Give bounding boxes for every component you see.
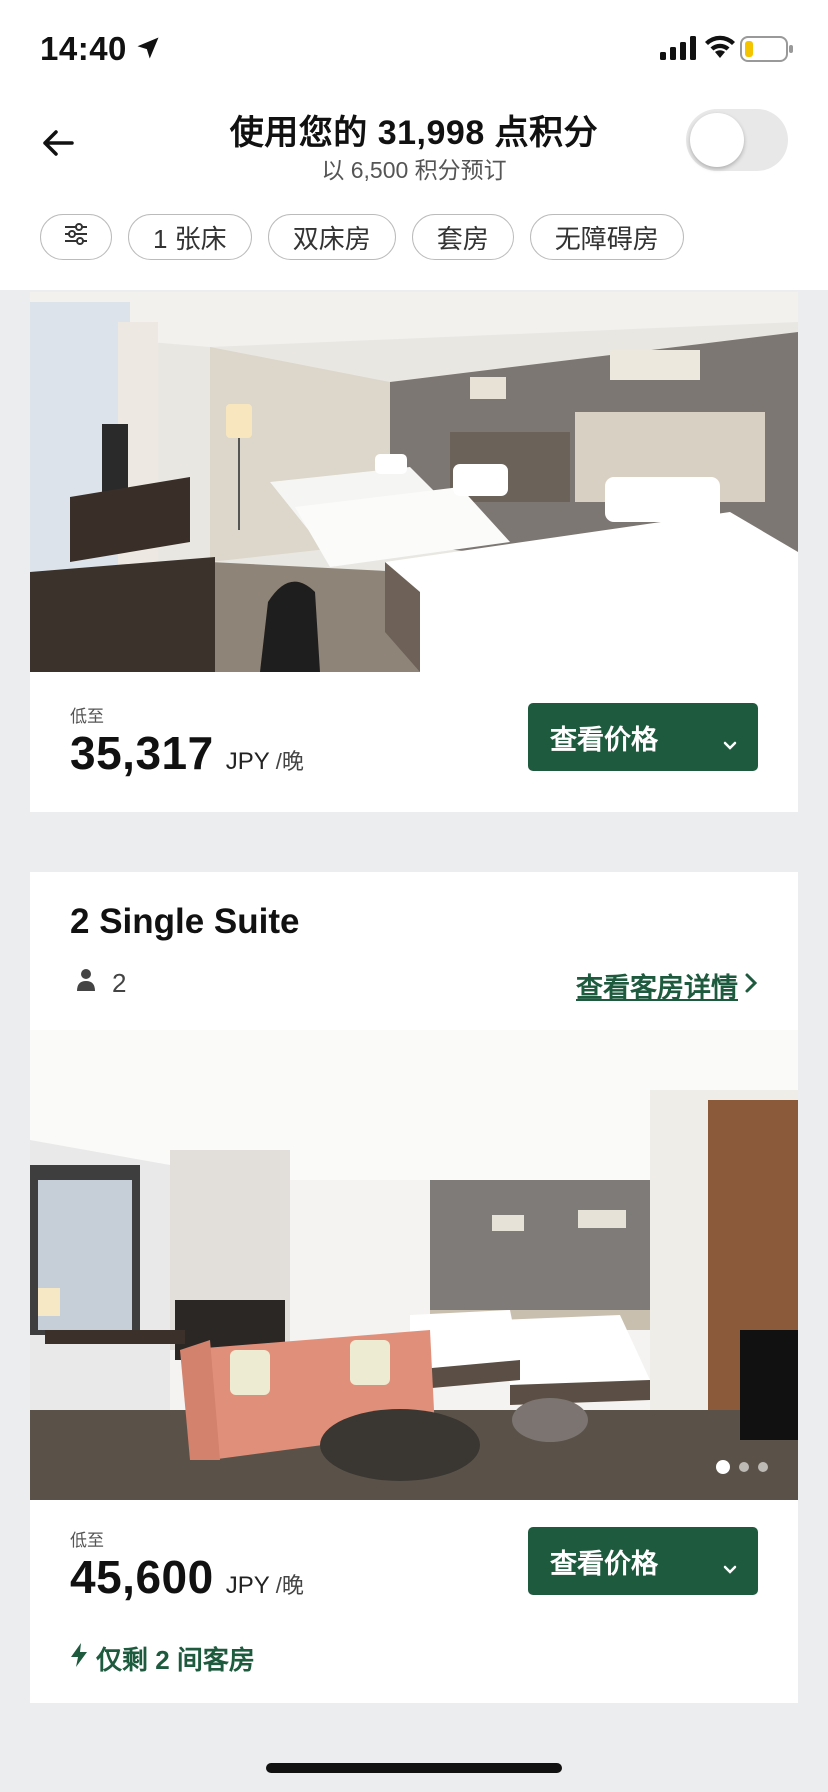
room-price: 45,600 JPY /晚 [70, 1550, 304, 1604]
person-icon [76, 968, 96, 999]
room-card: 2 Single Suite 2 查看客房详情 低至 45,600 JPY /晚… [30, 872, 798, 1703]
room-photo[interactable] [30, 1030, 798, 1500]
toggle-knob [690, 113, 744, 167]
view-rates-button[interactable]: 查看价格 [528, 1527, 758, 1595]
pagination-dot [716, 1460, 730, 1474]
filter-chip-suite[interactable]: 套房 [411, 214, 514, 260]
availability-notice: 仅剩 2 间客房 [70, 1640, 255, 1677]
filter-chip-one-bed[interactable]: 1 张床 [128, 214, 252, 260]
view-rates-button[interactable]: 查看价格 [528, 703, 758, 771]
price-per-night: /晚 [275, 1573, 304, 1598]
use-points-toggle[interactable] [686, 109, 788, 171]
battery-icon [740, 36, 794, 67]
sliders-icon [63, 222, 89, 253]
price-from-label: 低至 [70, 1531, 104, 1550]
pagination-dot [739, 634, 749, 644]
lightning-icon [70, 1642, 88, 1675]
price-from-label: 低至 [70, 707, 104, 726]
guest-count: 2 [112, 968, 127, 998]
header: 使用您的 31,998 点积分 以 6,500 积分预订 1 张床 双床房 套房… [0, 95, 828, 290]
room-details-label: 查看客房详情 [576, 973, 738, 1003]
pagination-dot [758, 1462, 768, 1472]
filter-settings-button[interactable] [40, 214, 112, 260]
room-photo[interactable] [30, 292, 798, 672]
status-bar: 14:40 [0, 0, 828, 100]
price-amount: 45,600 [70, 1551, 214, 1603]
pagination-dot [716, 632, 730, 646]
photo-pagination [716, 632, 768, 646]
pagination-dot [758, 634, 768, 644]
view-rates-label: 查看价格 [550, 1548, 658, 1579]
pagination-dot [739, 1462, 749, 1472]
chevron-down-icon [722, 1552, 738, 1583]
room-price: 35,317 JPY /晚 [70, 726, 304, 780]
filter-chip-twin[interactable]: 双床房 [267, 214, 396, 260]
price-currency: JPY [225, 748, 270, 775]
view-rates-label: 查看价格 [550, 724, 658, 755]
availability-text: 仅剩 2 间客房 [96, 1645, 255, 1675]
price-amount: 35,317 [70, 727, 214, 779]
wifi-icon [704, 34, 736, 65]
room-details-link[interactable]: 查看客房详情 [576, 966, 758, 1005]
guest-capacity: 2 [76, 968, 126, 999]
location-arrow-icon [134, 34, 162, 67]
chevron-right-icon [744, 970, 758, 1001]
status-time: 14:40 [40, 30, 127, 67]
filter-chip-accessible[interactable]: 无障碍房 [529, 214, 684, 260]
room-name: 2 Single Suite [70, 902, 300, 941]
photo-pagination [716, 1460, 768, 1474]
room-card: 低至 35,317 JPY /晚 查看价格 [30, 292, 798, 812]
chevron-down-icon [722, 728, 738, 759]
cellular-signal-icon [660, 36, 698, 65]
price-currency: JPY [225, 1572, 270, 1599]
filter-chips: 1 张床 双床房 套房 无障碍房 [40, 214, 684, 260]
home-indicator[interactable] [266, 1763, 562, 1773]
price-per-night: /晚 [275, 749, 304, 774]
